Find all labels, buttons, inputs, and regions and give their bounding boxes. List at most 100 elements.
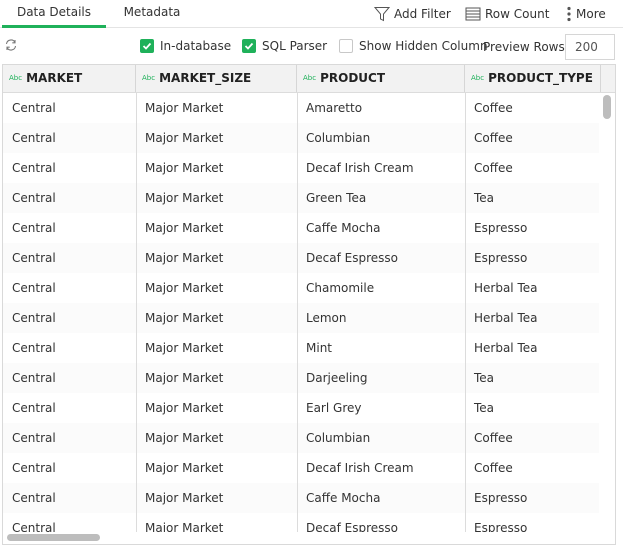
table-cell: Green Tea [306, 191, 367, 205]
row-count-label: Row Count [485, 7, 550, 21]
table-cell: Decaf Espresso [306, 521, 398, 532]
checkbox-checked-icon [242, 39, 256, 53]
table-cell: Central [12, 371, 56, 385]
table-row[interactable]: Central Major Market Earl Grey Tea [3, 393, 599, 423]
table-cell: Mint [306, 341, 332, 355]
column-divider [465, 93, 466, 532]
rows-icon [465, 7, 481, 21]
add-filter-label: Add Filter [394, 7, 451, 21]
table-cell: Central [12, 161, 56, 175]
table-cell: Major Market [145, 371, 224, 385]
table-cell: Caffe Mocha [306, 491, 381, 505]
top-bar: Data Details Metadata Add Filter Row Cou… [0, 0, 623, 28]
more-label: More [576, 7, 606, 21]
text-type-icon: Abc [9, 74, 23, 82]
table-cell: Columbian [306, 131, 371, 145]
column-header-market-size[interactable]: Abc MARKET_SIZE [136, 65, 297, 92]
table-row[interactable]: Central Major Market Decaf Espresso Espress… [3, 513, 599, 532]
table-row[interactable]: Central Major Market Decaf Irish Cream Coff… [3, 453, 599, 483]
table-row[interactable]: Central Major Market Caffe Mocha Espresso [3, 213, 599, 243]
text-type-icon: Abc [303, 74, 317, 82]
add-filter-button[interactable]: Add Filter [374, 4, 451, 24]
table-cell: Caffe Mocha [306, 221, 381, 235]
horizontal-scrollbar[interactable] [7, 534, 100, 541]
table-cell: Espresso [474, 221, 528, 235]
table-cell: Decaf Espresso [306, 251, 398, 265]
table-cell: Major Market [145, 101, 224, 115]
row-count-button[interactable]: Row Count [465, 4, 549, 24]
table-row[interactable]: Central Major Market Columbian Coffee [3, 423, 599, 453]
table-row[interactable]: Central Major Market Darjeeling Tea [3, 363, 599, 393]
table-cell: Coffee [474, 101, 513, 115]
table-body: Central Major Market Amaretto Coffee Central… [3, 93, 599, 532]
table-cell: Decaf Irish Cream [306, 161, 414, 175]
table-cell: Central [12, 311, 56, 325]
table-cell: Herbal Tea [474, 311, 538, 325]
checkbox-unchecked-icon [339, 39, 353, 53]
table-cell: Major Market [145, 311, 224, 325]
table-cell: Central [12, 431, 56, 445]
column-divider [136, 93, 137, 532]
table-row[interactable]: Central Major Market Caffe Mocha Espresso [3, 483, 599, 513]
show-hidden-column-label: Show Hidden Column [359, 39, 488, 53]
table-cell: Major Market [145, 221, 224, 235]
table-cell: Lemon [306, 311, 347, 325]
text-type-icon: Abc [471, 74, 485, 82]
table-cell: Coffee [474, 161, 513, 175]
table-cell: Major Market [145, 461, 224, 475]
table-cell: Major Market [145, 401, 224, 415]
column-header-product[interactable]: Abc PRODUCT [297, 65, 465, 92]
show-hidden-column-checkbox[interactable]: Show Hidden Column [339, 39, 488, 53]
table-row[interactable]: Central Major Market Mint Herbal Tea [3, 333, 599, 363]
table-cell: Coffee [474, 461, 513, 475]
sql-parser-checkbox[interactable]: SQL Parser [242, 39, 327, 53]
table-cell: Chamomile [306, 281, 375, 295]
table-row[interactable]: Central Major Market Chamomile Herbal Tea [3, 273, 599, 303]
in-database-checkbox[interactable]: In-database [140, 39, 231, 53]
table-cell: Central [12, 401, 56, 415]
table-cell: Herbal Tea [474, 281, 538, 295]
table-cell: Major Market [145, 341, 224, 355]
table-row[interactable]: Central Major Market Decaf Irish Cream Coff… [3, 153, 599, 183]
column-header-product-type[interactable]: Abc PRODUCT_TYPE [465, 65, 601, 92]
data-grid: Abc MARKET Abc MARKET_SIZE Abc PRODUCT Abc P… [2, 64, 616, 545]
checkbox-checked-icon [140, 39, 154, 53]
table-cell: Coffee [474, 131, 513, 145]
table-cell: Central [12, 191, 56, 205]
table-row[interactable]: Central Major Market Columbian Coffee [3, 123, 599, 153]
table-row[interactable]: Central Major Market Amaretto Coffee [3, 93, 599, 123]
table-cell: Central [12, 491, 56, 505]
table-cell: Major Market [145, 161, 224, 175]
table-cell: Central [12, 221, 56, 235]
column-header-label: MARKET [26, 71, 83, 85]
more-button[interactable]: More [566, 4, 606, 24]
preview-rows-label: Preview Rows [483, 40, 565, 54]
table-cell: Major Market [145, 431, 224, 445]
table-cell: Central [12, 461, 56, 475]
table-cell: Espresso [474, 251, 528, 265]
table-cell: Earl Grey [306, 401, 362, 415]
table-cell: Central [12, 341, 56, 355]
tab-data-details[interactable]: Data Details [2, 0, 106, 28]
column-header-market[interactable]: Abc MARKET [3, 65, 136, 92]
table-row[interactable]: Central Major Market Green Tea Tea [3, 183, 599, 213]
table-cell: Major Market [145, 521, 224, 532]
table-cell: Central [12, 521, 56, 532]
column-divider [297, 93, 298, 532]
table-cell: Major Market [145, 281, 224, 295]
vertical-scrollbar[interactable] [603, 95, 611, 119]
table-row[interactable]: Central Major Market Lemon Herbal Tea [3, 303, 599, 333]
tab-metadata[interactable]: Metadata [118, 0, 186, 28]
refresh-icon[interactable] [4, 38, 18, 52]
table-cell: Coffee [474, 431, 513, 445]
column-header-label: PRODUCT [320, 71, 386, 85]
table-cell: Herbal Tea [474, 341, 538, 355]
table-cell: Decaf Irish Cream [306, 461, 414, 475]
table-header: Abc MARKET Abc MARKET_SIZE Abc PRODUCT Abc P… [3, 65, 615, 93]
preview-rows-input[interactable] [565, 34, 615, 60]
table-row[interactable]: Central Major Market Decaf Espresso Espress… [3, 243, 599, 273]
column-header-label: MARKET_SIZE [159, 71, 252, 85]
text-type-icon: Abc [142, 74, 156, 82]
table-cell: Darjeeling [306, 371, 368, 385]
table-cell: Central [12, 131, 56, 145]
